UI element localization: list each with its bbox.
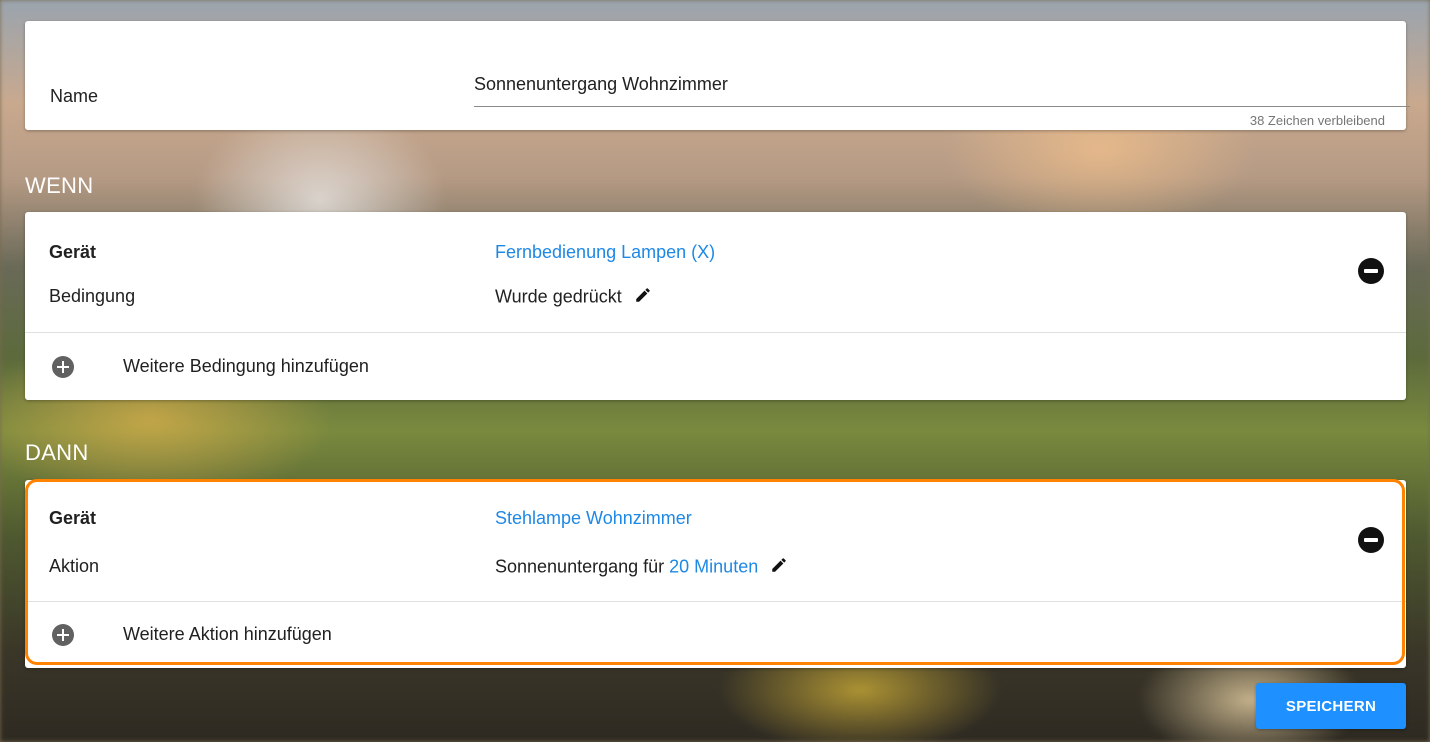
character-counter: 38 Zeichen verbleibend: [1249, 113, 1385, 128]
remove-condition-button[interactable]: [1358, 258, 1384, 284]
dann-action-text: Sonnenuntergang für: [495, 556, 665, 577]
dann-action-value: Sonnenuntergang für 20 Minuten: [495, 556, 788, 579]
dann-card: Gerät Stehlampe Wohnzimmer Aktion Sonnen…: [25, 480, 1406, 668]
wenn-card: Gerät Fernbedienung Lampen (X) Bedingung…: [25, 212, 1406, 400]
name-input[interactable]: Sonnenuntergang Wohnzimmer: [474, 74, 1410, 107]
wenn-condition-label: Bedingung: [49, 286, 136, 306]
wenn-device-label: Gerät: [49, 242, 97, 262]
add-action-button[interactable]: Weitere Aktion hinzufügen: [25, 602, 1406, 668]
divider: [25, 332, 1406, 333]
dann-device-link[interactable]: Stehlampe Wohnzimmer: [495, 508, 692, 529]
remove-action-button[interactable]: [1358, 527, 1384, 553]
plus-circle-icon: [52, 624, 74, 646]
add-condition-label: Weitere Bedingung hinzufügen: [123, 356, 369, 376]
wenn-device-link[interactable]: Fernbedienung Lampen (X): [495, 242, 715, 263]
dann-device-label: Gerät: [49, 508, 97, 528]
pencil-icon[interactable]: [634, 286, 652, 309]
plus-circle-icon: [52, 356, 74, 378]
name-card: Name Sonnenuntergang Wohnzimmer 38 Zeich…: [25, 21, 1410, 130]
save-button[interactable]: SPEICHERN: [1256, 683, 1406, 729]
pencil-icon[interactable]: [770, 556, 788, 579]
action-duration-link[interactable]: 20 Minuten: [669, 556, 758, 576]
dann-action-label: Aktion: [49, 556, 100, 576]
add-condition-button[interactable]: Weitere Bedingung hinzufügen: [25, 334, 1406, 400]
name-label: Name: [50, 86, 99, 106]
dann-section-title: DANN: [25, 440, 89, 465]
wenn-condition-value: Wurde gedrückt: [495, 286, 652, 309]
wenn-section-title: WENN: [25, 173, 94, 198]
wenn-condition-text: Wurde gedrückt: [495, 286, 622, 307]
add-action-label: Weitere Aktion hinzufügen: [123, 624, 332, 644]
